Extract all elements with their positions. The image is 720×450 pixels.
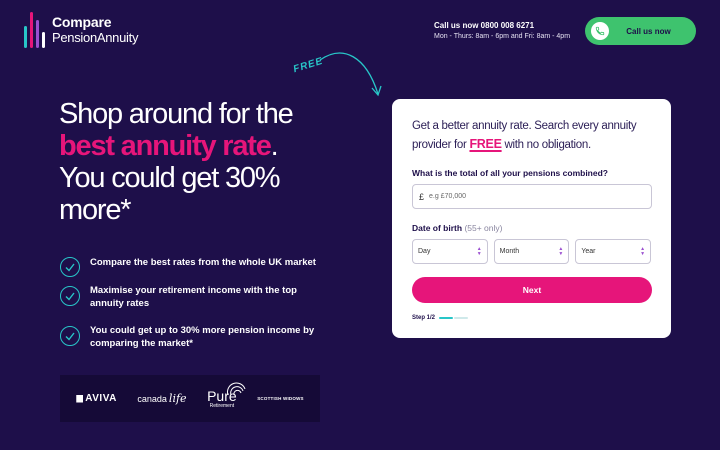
next-button[interactable]: Next bbox=[412, 277, 652, 303]
year-select[interactable]: Year ▲ ▼ bbox=[575, 239, 652, 264]
hero-line1: Shop around for the bbox=[59, 98, 294, 130]
step-bar-active bbox=[439, 317, 454, 319]
select-arrows-icon: ▲ ▼ bbox=[558, 245, 564, 257]
scottish-widows-logo: SCOTTISH WIDOWS bbox=[257, 396, 304, 401]
benefit-item: Compare the best rates from the whole UK… bbox=[60, 256, 330, 277]
quote-form: Get a better annuity rate. Search every … bbox=[392, 99, 671, 338]
pound-icon: £ bbox=[419, 191, 425, 202]
benefit-text: Maximise your retirement income with the… bbox=[90, 285, 297, 309]
benefit-item: Maximise your retirement income with the… bbox=[60, 284, 330, 310]
aviva-mark-icon bbox=[76, 394, 84, 403]
logo-line2: PensionAnnuity bbox=[52, 30, 139, 45]
check-circle-icon bbox=[60, 326, 80, 346]
curved-arrow-icon bbox=[319, 52, 382, 97]
form-intro: Get a better annuity rate. Search every … bbox=[412, 120, 637, 151]
benefit-text: You could get up to 30% more pension inc… bbox=[90, 325, 315, 349]
step-bar-inactive bbox=[454, 317, 469, 319]
partner-logos: AVIVA canada life Pure Retirement SCOTTIS… bbox=[60, 375, 320, 422]
dob-row: Day ▲ ▼ Month ▲ ▼ Year ▲ ▼ bbox=[412, 239, 652, 264]
pension-placeholder: e.g £70,000 bbox=[429, 193, 466, 200]
check-circle-icon bbox=[60, 286, 80, 306]
benefit-item: You could get up to 30% more pension inc… bbox=[60, 324, 330, 350]
phone-number[interactable]: Call us now 0800 008 6271 bbox=[434, 21, 570, 30]
hero-accent: best annuity rate bbox=[59, 130, 272, 162]
aviva-logo: AVIVA bbox=[76, 393, 117, 404]
pure-retirement-logo: Pure Retirement bbox=[207, 382, 246, 409]
hero-heading: Shop around for the best annuity rate. Y… bbox=[59, 98, 359, 226]
pension-total-input[interactable]: £ e.g £70,000 bbox=[412, 184, 652, 209]
canada-life-logo: canada life bbox=[137, 392, 187, 405]
dob-label: Date of birth (55+ only) bbox=[412, 223, 503, 233]
bar-chart-logo-icon bbox=[24, 12, 46, 48]
hero-line3: You could get 30% bbox=[59, 162, 281, 194]
call-info: Call us now 0800 008 6271 Mon - Thurs: 8… bbox=[434, 21, 570, 40]
hero-line4: more* bbox=[59, 194, 132, 226]
check-circle-icon bbox=[60, 257, 80, 277]
logo-line1: Compare bbox=[52, 14, 112, 30]
step-label: Step 1/2 bbox=[412, 315, 436, 321]
benefits-list: Compare the best rates from the whole UK… bbox=[60, 256, 330, 350]
call-us-button[interactable]: Call us now bbox=[585, 17, 696, 45]
call-us-label: Call us now bbox=[626, 26, 671, 36]
free-highlight: FREE bbox=[469, 137, 502, 151]
step-indicator: Step 1/2 bbox=[412, 315, 651, 321]
day-select[interactable]: Day ▲ ▼ bbox=[412, 239, 488, 264]
select-arrows-icon: ▲ ▼ bbox=[640, 245, 646, 257]
hero-period: . bbox=[270, 130, 279, 162]
pension-total-label: What is the total of all your pensions c… bbox=[412, 168, 608, 178]
logo[interactable]: Compare PensionAnnuity bbox=[24, 12, 138, 48]
arcs-icon bbox=[226, 382, 246, 395]
benefit-text: Compare the best rates from the whole UK… bbox=[90, 257, 316, 268]
select-arrows-icon: ▲ ▼ bbox=[476, 245, 482, 257]
month-select[interactable]: Month ▲ ▼ bbox=[493, 239, 570, 264]
opening-hours: Mon - Thurs: 8am - 6pm and Fri: 8am - 4p… bbox=[434, 33, 571, 40]
